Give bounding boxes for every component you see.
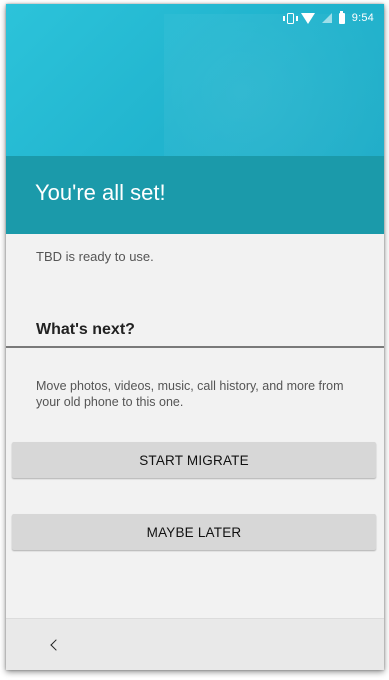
status-bar: 9:54 [6,4,384,32]
phone-screen: 9:54 You're all set! TBD is ready to use… [6,4,384,670]
start-migrate-button[interactable]: START MIGRATE [12,442,376,478]
header-hero: 9:54 [6,4,384,274]
whats-next-heading: What's next? [36,321,135,338]
back-button[interactable] [42,633,66,657]
ready-text: TBD is ready to use. [36,249,154,264]
page-title: You're all set! [35,180,166,205]
battery-icon [338,10,345,24]
hero-decoration [164,14,384,274]
migrate-description: Move photos, videos, music, call history… [36,379,344,409]
maybe-later-button[interactable]: MAYBE LATER [12,514,376,550]
back-chevron-icon [49,639,62,651]
section-divider [6,346,384,348]
title-band: You're all set! [6,156,384,234]
status-time: 9:54 [351,12,374,24]
wifi-icon [300,12,315,24]
signal-icon [321,13,332,23]
vibrate-icon [282,12,298,24]
navigation-bar [6,618,384,670]
